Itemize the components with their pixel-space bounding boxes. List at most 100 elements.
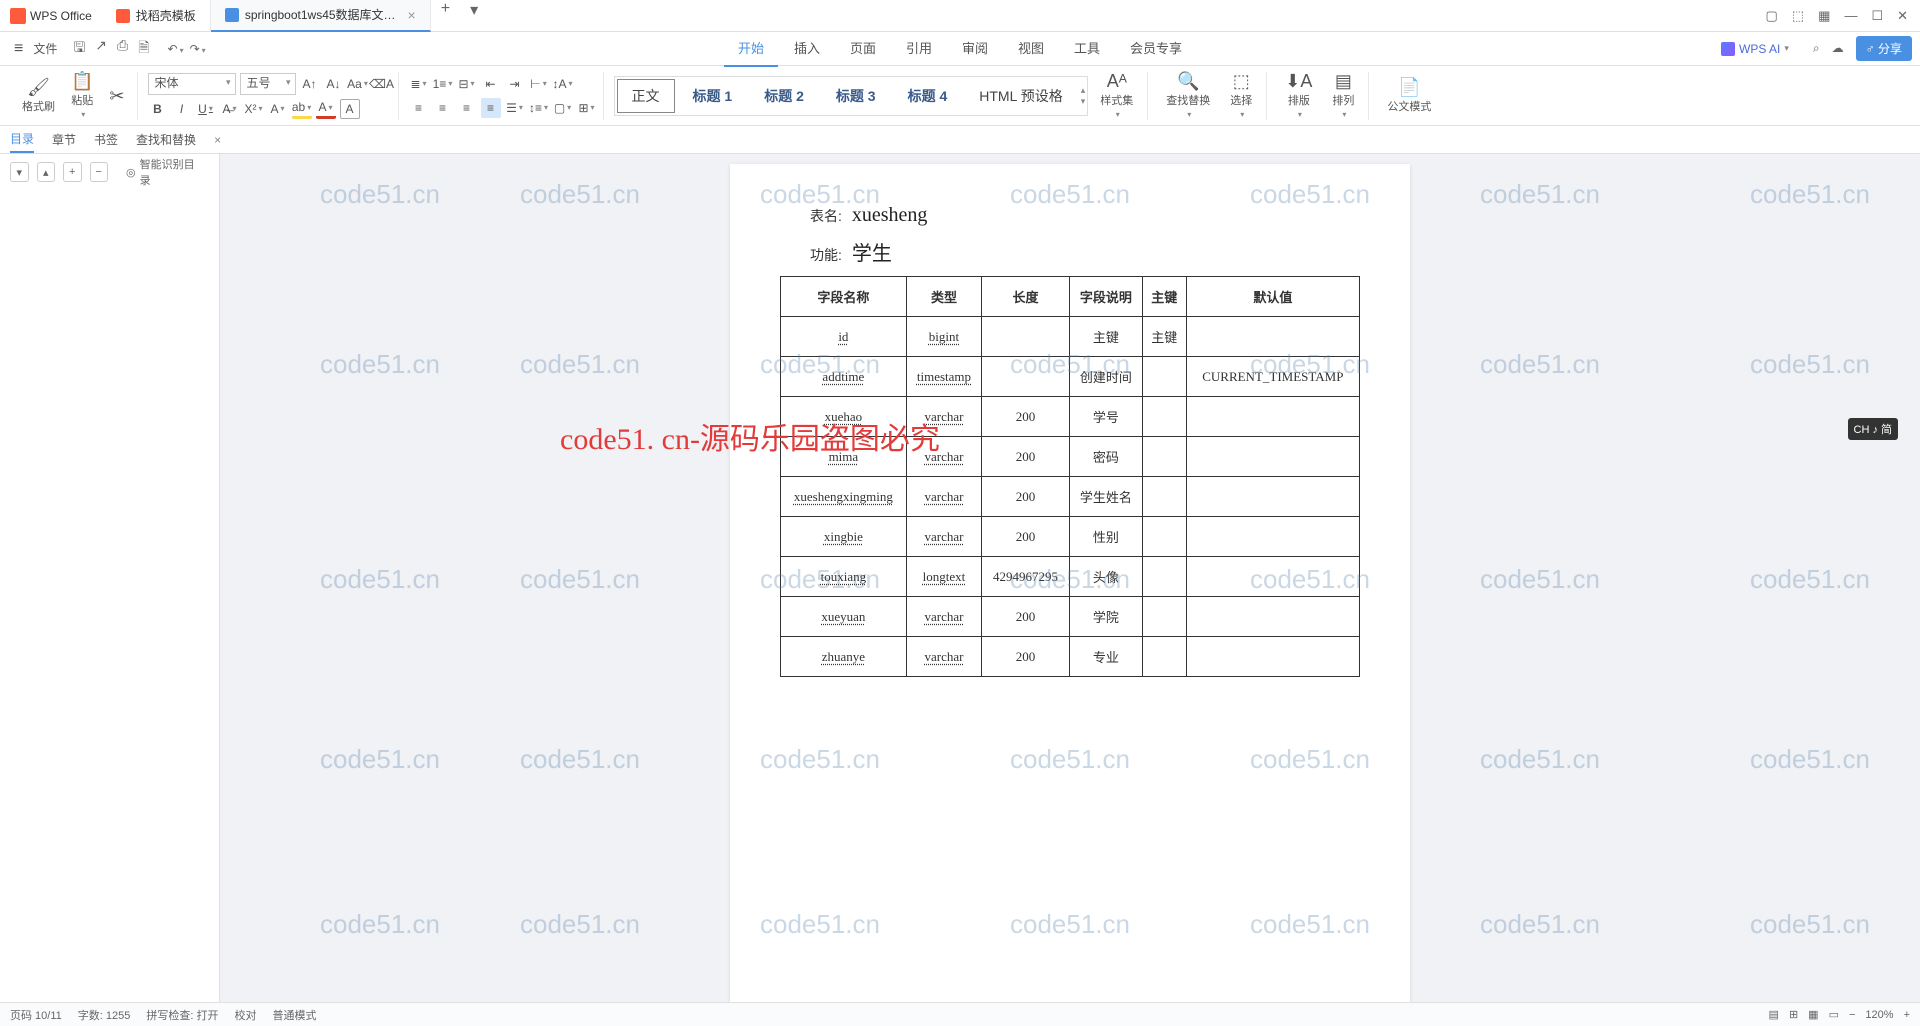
tab-document[interactable]: springboot1ws45数据库文… × [211,0,431,32]
toc-collapse-button[interactable]: ▾ [10,162,29,182]
shading-button[interactable]: ▢ [553,98,573,118]
redo-button[interactable]: ↷ [190,42,206,56]
select-button[interactable]: ⬚选择 [1222,72,1260,119]
bold-button[interactable]: B [148,99,168,119]
view-outline-icon[interactable]: ⊞ [1789,1008,1798,1021]
indent-increase-button[interactable]: ⇥ [505,74,525,94]
style-normal[interactable]: 正文 [617,79,675,113]
status-mode[interactable]: 普通模式 [273,1007,317,1023]
navtab-section[interactable]: 章节 [52,127,76,152]
style-set-button[interactable]: Aᴬ样式集 [1092,72,1141,119]
tab-review[interactable]: 审阅 [948,30,1002,67]
status-words[interactable]: 字数: 1255 [78,1007,131,1023]
window-close-icon[interactable]: ✕ [1897,8,1908,24]
clear-format-button[interactable]: ⌫A [372,74,392,94]
sort-button[interactable]: ↕A [553,74,573,94]
official-mode-button[interactable]: 📄公文模式 [1379,78,1439,114]
tab-view[interactable]: 视图 [1004,30,1058,67]
superscript-button[interactable]: X² [244,99,264,119]
align-center-button[interactable]: ≡ [433,98,453,118]
style-gallery[interactable]: 正文 标题 1 标题 2 标题 3 标题 4 HTML 预设格 ▴▾ [614,76,1089,116]
underline-button[interactable]: U [196,99,216,119]
layout-button[interactable]: ⬇A排版 [1277,72,1320,119]
style-heading3[interactable]: 标题 3 [822,80,890,112]
toc-remove-button[interactable]: − [90,162,109,182]
font-size-select[interactable]: 五号 [240,73,296,95]
zoom-in-button[interactable]: + [1904,1009,1910,1021]
align-left-button[interactable]: ≡ [409,98,429,118]
tab-insert[interactable]: 插入 [780,30,834,67]
tab-home[interactable]: 开始 [724,30,778,67]
view-read-icon[interactable]: ▭ [1829,1008,1839,1021]
font-color-button[interactable]: A [316,99,336,119]
tab-page[interactable]: 页面 [836,30,890,67]
status-proof[interactable]: 校对 [235,1007,257,1023]
navtab-find[interactable]: 查找和替换 [136,127,196,152]
shrink-font-button[interactable]: A↓ [324,74,344,94]
italic-button[interactable]: I [172,99,192,119]
strike-button[interactable]: A̶ [220,99,240,119]
window-compact-icon[interactable]: ▢ [1766,8,1778,24]
export-icon[interactable]: ↗ [95,37,107,61]
format-painter-button[interactable]: 🖌格式刷 [16,76,61,116]
window-maximize-icon[interactable]: ☐ [1871,8,1883,24]
window-cube-icon[interactable]: ⬚ [1792,8,1804,24]
line-spacing-button[interactable]: ↕≡ [529,98,549,118]
tab-stop-button[interactable]: ⊢ [529,74,549,94]
tab-close-icon[interactable]: × [408,7,416,23]
hamburger-icon[interactable]: ≡ [8,40,29,58]
print-icon[interactable]: ⎙ [117,37,128,61]
tab-add-button[interactable]: + [431,0,460,32]
share-button[interactable]: ♂ 分享 [1856,36,1912,61]
indent-decrease-button[interactable]: ⇤ [481,74,501,94]
grow-font-button[interactable]: A↑ [300,74,320,94]
view-web-icon[interactable]: ▦ [1808,1008,1818,1021]
char-border-button[interactable]: A [340,99,360,119]
number-list-button[interactable]: 1≡ [433,74,453,94]
align-justify-button[interactable]: ≡ [481,98,501,118]
tab-template-store[interactable]: 找稻壳模板 [102,0,211,32]
view-print-layout-icon[interactable]: ▤ [1769,1008,1779,1021]
file-menu[interactable]: 文件 [29,40,61,57]
status-spellcheck[interactable]: 拼写检查: 打开 [146,1007,218,1023]
toc-add-button[interactable]: + [63,162,82,182]
navpanel-close-icon[interactable]: × [214,133,221,147]
cut-button[interactable]: ✂ [103,85,130,107]
window-grid-icon[interactable]: ▦ [1818,8,1830,24]
cloud-icon[interactable]: ☁ [1832,41,1844,56]
style-html[interactable]: HTML 预设格 [965,80,1076,112]
wps-ai-button[interactable]: WPS AI ▾ [1709,42,1801,56]
tab-menu-button[interactable]: ▾ [460,0,488,32]
highlight-button[interactable]: ab [292,99,312,119]
change-case-button[interactable]: Aa [348,74,368,94]
navtab-toc[interactable]: 目录 [10,126,34,153]
text-effect-button[interactable]: A [268,99,288,119]
font-name-select[interactable]: 宋体 [148,73,236,95]
find-replace-button[interactable]: 🔍查找替换 [1158,72,1218,119]
smart-toc-button[interactable]: 智能识别目录 [116,162,209,182]
paste-button[interactable]: 📋粘贴 [65,70,99,121]
zoom-level[interactable]: 120% [1865,1009,1893,1021]
distribute-button[interactable]: ☰ [505,98,525,118]
zoom-out-button[interactable]: − [1849,1009,1855,1021]
search-icon[interactable]: ⌕ [1813,41,1820,56]
style-gallery-nav[interactable]: ▴▾ [1081,85,1086,107]
align-right-button[interactable]: ≡ [457,98,477,118]
save-icon[interactable]: 🖫 [73,37,85,61]
border-button[interactable]: ⊞ [577,98,597,118]
print-preview-icon[interactable]: 🗎 [138,37,149,61]
tab-tools[interactable]: 工具 [1060,30,1114,67]
document-canvas[interactable]: 表名: xuesheng 功能: 学生 字段名称类型长度字段说明主键默认值 id… [220,154,1920,1002]
arrange-button[interactable]: ▤排列 [1324,72,1362,119]
window-minimize-icon[interactable]: — [1844,8,1857,24]
style-heading4[interactable]: 标题 4 [894,80,962,112]
undo-button[interactable]: ↶ [168,42,184,56]
status-page[interactable]: 页码 10/11 [10,1007,62,1023]
bullet-list-button[interactable]: ≣ [409,74,429,94]
style-heading2[interactable]: 标题 2 [750,80,818,112]
multilevel-list-button[interactable]: ⊟ [457,74,477,94]
style-heading1[interactable]: 标题 1 [679,80,747,112]
tab-reference[interactable]: 引用 [892,30,946,67]
tab-member[interactable]: 会员专享 [1116,30,1196,67]
toc-up-button[interactable]: ▴ [37,162,56,182]
